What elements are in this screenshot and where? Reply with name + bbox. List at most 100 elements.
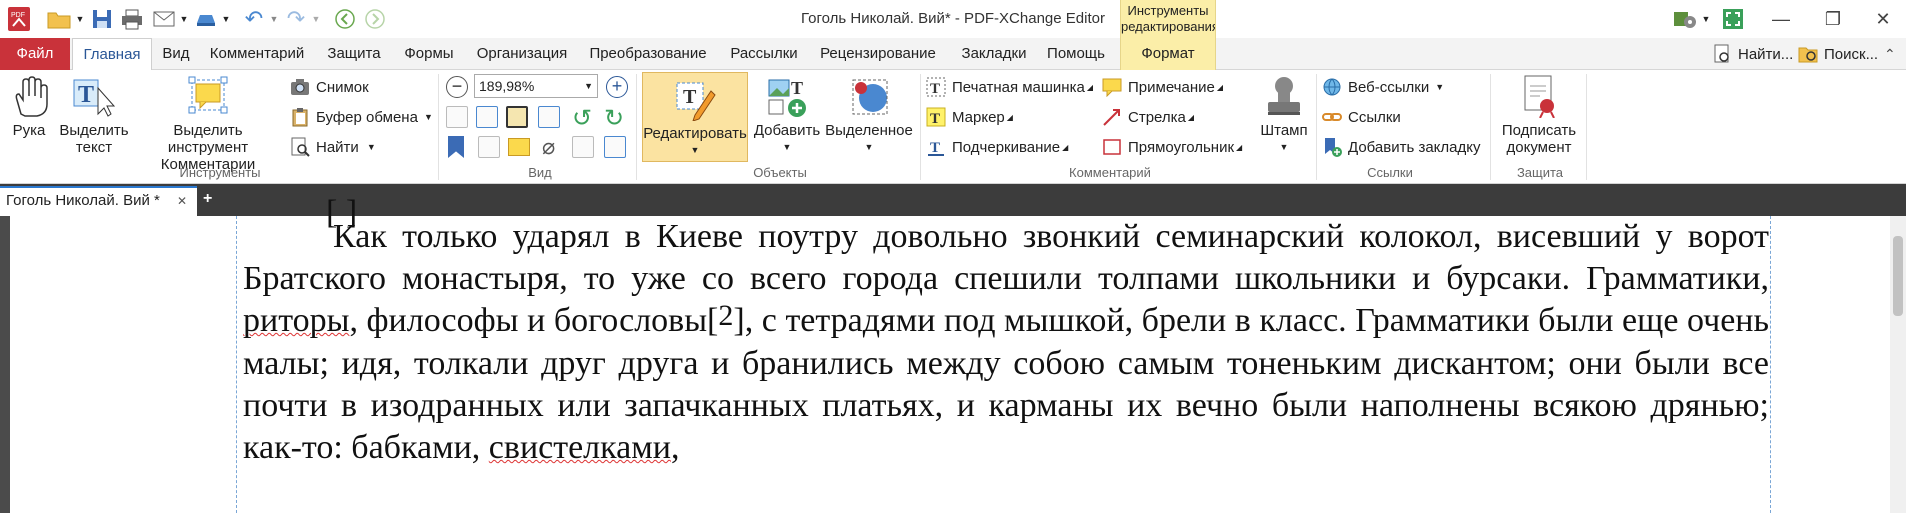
pdf-page[interactable]: [ ] Как только ударял в Киеве поутру дов… [10, 194, 1896, 513]
page-gap [0, 216, 10, 513]
svg-text:T: T [791, 78, 803, 98]
web-links-button[interactable]: Веб-ссылки ▼ [1322, 74, 1444, 100]
tab-file[interactable]: Файл [0, 38, 70, 70]
group-separator [1316, 74, 1317, 180]
dropdown-arrow-icon: ◢ [1062, 142, 1069, 152]
add-button[interactable]: T Добавить ▼ [752, 74, 822, 156]
tab-comment[interactable]: Комментарий [204, 38, 310, 70]
edit-content-icon: T [673, 77, 717, 122]
edit-button[interactable]: T Редактировать ▼ [642, 72, 748, 162]
fullscreen-icon[interactable] [1718, 6, 1748, 32]
tab-view[interactable]: Вид [156, 38, 196, 70]
select-comment-button[interactable]: Выделить инструмент Комментарии [132, 74, 284, 173]
tab-bookmarks[interactable]: Закладки [954, 38, 1034, 70]
tab-home[interactable]: Главная [72, 38, 152, 71]
fit-page-icon[interactable] [476, 106, 498, 128]
typewriter-button[interactable]: T Печатная машинка ◢ [926, 74, 1093, 100]
highlight-button[interactable]: T Маркер ◢ [926, 104, 1013, 130]
typewriter-icon: T [926, 77, 946, 97]
note-button[interactable]: Примечание ◢ [1102, 74, 1223, 100]
add-bookmark-button[interactable]: Добавить закладку [1322, 134, 1481, 160]
close-button[interactable]: ✕ [1860, 0, 1906, 38]
spellcheck-word[interactable]: свистелками [489, 429, 671, 466]
find-tool[interactable]: Найти... [1712, 41, 1793, 67]
clipboard-button[interactable]: Буфер обмена ▼ [290, 104, 433, 130]
links-button[interactable]: Ссылки [1322, 104, 1401, 130]
context-group-label: Инструменты редактирования [1120, 0, 1216, 38]
group-label-comment: Комментарий [1069, 165, 1151, 180]
rectangle-button[interactable]: Прямоугольник ◢ [1102, 134, 1242, 160]
close-tab-icon[interactable]: ✕ [177, 188, 187, 214]
layers-icon[interactable] [572, 136, 594, 158]
arrow-button[interactable]: Стрелка ◢ [1102, 104, 1194, 130]
dropdown-arrow-icon: ▼ [1435, 82, 1445, 92]
attachments-icon[interactable]: ⌀ [542, 134, 555, 160]
fit-width-icon[interactable] [506, 106, 528, 128]
fit-visible-icon[interactable] [538, 106, 560, 128]
dropdown-arrow-icon[interactable]: ▼ [1700, 6, 1712, 32]
selected-button[interactable]: Выделенное ▼ [824, 74, 914, 156]
selected-object-icon [847, 74, 891, 118]
sign-document-button[interactable]: Подписать документ [1496, 74, 1582, 156]
tab-format[interactable]: Формат [1120, 38, 1216, 70]
hand-tool-button[interactable]: Рука [6, 74, 52, 139]
tab-convert[interactable]: Преобразование [586, 38, 710, 70]
collapse-ribbon-icon[interactable]: ⌃ [1884, 46, 1896, 63]
rotate-left-icon[interactable]: ↺ [572, 104, 592, 133]
stamp-icon [1262, 74, 1306, 118]
pages-icon[interactable] [478, 136, 500, 158]
highlight-icon: T [926, 107, 946, 127]
group-label-objects: Объекты [753, 165, 807, 180]
tab-protect[interactable]: Защита [322, 38, 386, 70]
dropdown-arrow-icon: ◢ [1216, 82, 1223, 92]
actual-size-icon[interactable] [446, 106, 468, 128]
zoom-out-icon[interactable]: − [446, 76, 468, 98]
spellcheck-word[interactable]: риторы [243, 302, 349, 339]
select-text-button[interactable]: T Выделить текст [56, 74, 132, 156]
snapshot-button[interactable]: Снимок [290, 74, 369, 100]
group-label-protect: Защита [1516, 165, 1564, 180]
body-text[interactable]: Как только ударял в Киеве поутру довольн… [243, 196, 1769, 469]
new-tab-button[interactable]: + [203, 190, 212, 208]
svg-text:T: T [930, 140, 940, 156]
zoom-field[interactable]: 189,98% ▼ [474, 74, 598, 98]
link-icon [1322, 107, 1342, 127]
zoom-in-icon[interactable]: + [606, 76, 628, 98]
tab-forms[interactable]: Формы [396, 38, 462, 70]
group-label-view: Вид [528, 165, 552, 180]
tab-review[interactable]: Рецензирование [816, 38, 940, 70]
properties-icon[interactable] [604, 136, 626, 158]
document-viewer[interactable]: [ ] Как только ударял в Киеве поутру дов… [0, 194, 1906, 513]
minimize-button[interactable]: — [1758, 0, 1804, 38]
svg-text:T: T [78, 82, 94, 108]
clipboard-icon [290, 107, 310, 127]
group-separator [1586, 74, 1587, 180]
search-tool[interactable]: Поиск... [1798, 41, 1878, 67]
svg-text:T: T [930, 81, 940, 97]
dropdown-arrow-icon: ▼ [782, 142, 792, 152]
dropdown-arrow-icon[interactable]: ▼ [584, 75, 593, 97]
scrollbar-thumb[interactable] [1893, 236, 1903, 316]
bookmark-icon[interactable] [448, 136, 464, 158]
paragraph[interactable]: Как только ударял в Киеве поутру довольн… [243, 216, 1769, 469]
find-page-icon [1712, 44, 1732, 64]
underline-button[interactable]: T Подчеркивание ◢ [926, 134, 1068, 160]
vertical-scrollbar[interactable] [1890, 216, 1906, 513]
ribbon-home: Рука T Выделить текст Выделить инструмен… [0, 70, 1906, 184]
stamp-button[interactable]: Штамп ▼ [1256, 74, 1312, 156]
sign-document-icon [1517, 74, 1561, 119]
maximize-button[interactable]: ❐ [1810, 0, 1856, 38]
add-content-icon: T [765, 74, 809, 118]
settings-icon[interactable] [1670, 6, 1700, 32]
document-tab[interactable]: Гоголь Николай. Вий * ✕ [0, 186, 197, 216]
footnote-number[interactable]: 2 [718, 299, 733, 332]
tab-mailings[interactable]: Рассылки [724, 38, 804, 70]
group-separator [920, 74, 921, 180]
window-title: Гоголь Николай. Вий* - PDF-XChange Edito… [801, 10, 1105, 27]
rotate-right-icon[interactable]: ↻ [604, 104, 624, 133]
tab-help[interactable]: Помощь [1040, 38, 1112, 70]
comments-panel-icon[interactable] [508, 138, 530, 156]
find-button[interactable]: Найти ▼ [290, 134, 376, 160]
tab-organize[interactable]: Организация [472, 38, 572, 70]
dropdown-arrow-icon: ▼ [690, 145, 700, 155]
